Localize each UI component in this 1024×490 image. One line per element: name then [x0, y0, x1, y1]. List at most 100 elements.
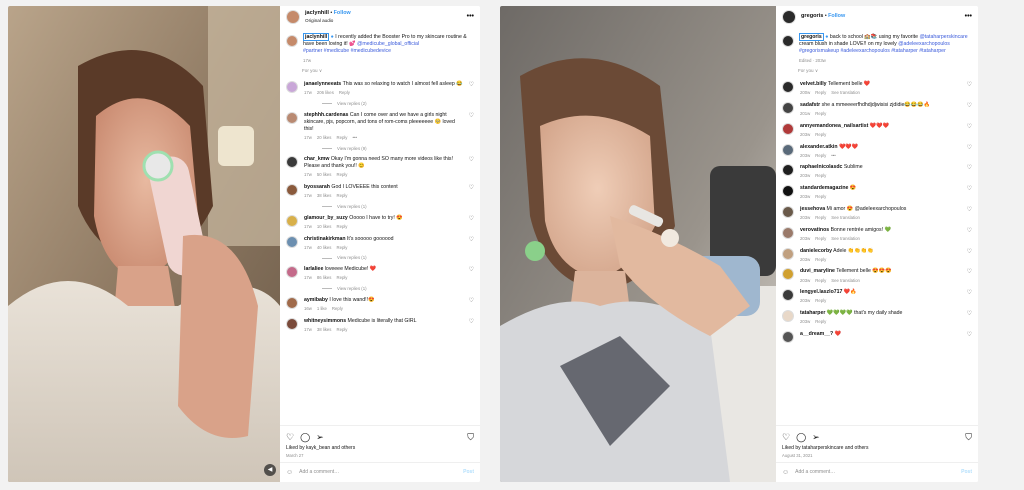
avatar[interactable] [782, 268, 794, 281]
comment-meta-item[interactable]: Reply [339, 90, 350, 95]
avatar[interactable] [286, 156, 298, 169]
comment-like-heart-icon[interactable]: ♡ [469, 156, 474, 178]
comment-username[interactable]: christinakirkman [304, 236, 346, 242]
comment-meta-item[interactable]: Reply [815, 132, 826, 137]
comment-meta-item[interactable]: Reply [815, 257, 826, 262]
comment-like-heart-icon[interactable]: ♡ [469, 266, 474, 281]
comment-username[interactable]: char_kmw [304, 156, 329, 162]
comment-username[interactable]: jessehova [800, 206, 825, 212]
comment-username[interactable]: stephhh.cardenas [304, 112, 348, 118]
comment-meta-item[interactable]: Reply [815, 111, 826, 116]
add-comment-input[interactable]: Add a comment… [299, 469, 339, 476]
avatar[interactable] [782, 101, 794, 114]
comment-meta-item[interactable]: ••• [831, 153, 836, 158]
avatar[interactable] [782, 330, 794, 343]
avatar[interactable] [782, 81, 794, 94]
like-heart-icon[interactable]: ♡ [286, 431, 294, 443]
liked-by-text[interactable]: Liked by kayk_bean and others [280, 445, 480, 452]
comment-meta-item[interactable]: Reply [815, 90, 826, 95]
caption-hashtags[interactable]: #gregorismakeup #adeleexarchopoulos #tat… [799, 48, 946, 54]
avatar[interactable] [782, 143, 794, 156]
liked-by-text[interactable]: Liked by tataharperskincare and others [776, 445, 978, 452]
view-replies-link[interactable]: View replies (1) [280, 202, 480, 212]
comment-meta-item[interactable]: See translation [831, 278, 860, 283]
comment-meta-item[interactable]: Reply [815, 153, 826, 158]
comment-meta-item[interactable]: Reply [332, 306, 343, 311]
avatar[interactable] [782, 289, 794, 302]
comment-meta-item[interactable]: Reply [815, 278, 826, 283]
share-send-icon[interactable]: ➢ [316, 431, 324, 443]
caption-mention-2[interactable]: @adeleexarchopoulos [898, 41, 950, 47]
comment-username[interactable]: aymibaby [304, 297, 328, 303]
avatar[interactable] [286, 81, 298, 94]
comment-username[interactable]: a__dream__? [800, 331, 833, 337]
comment-like-heart-icon[interactable]: ♡ [469, 184, 474, 199]
avatar[interactable] [286, 214, 298, 227]
emoji-icon[interactable]: ☺ [782, 468, 789, 477]
avatar[interactable] [782, 226, 794, 239]
follow-button[interactable]: Follow [828, 13, 845, 19]
avatar[interactable] [782, 247, 794, 260]
comment-like-heart-icon[interactable]: ♡ [967, 123, 972, 138]
caption-hashtags[interactable]: #partner #medicube #medicubedevice [303, 48, 474, 55]
avatar[interactable] [782, 310, 794, 323]
comment-username[interactable]: duvi_maryline [800, 268, 835, 274]
comment-bubble-icon[interactable]: ◯ [796, 431, 806, 443]
comment-like-heart-icon[interactable]: ♡ [967, 81, 972, 96]
comment-meta-item[interactable]: Reply [336, 135, 347, 140]
comment-meta-item[interactable]: Reply [336, 245, 347, 250]
avatar[interactable] [286, 235, 298, 248]
comment-username[interactable]: whitneysimmons [304, 318, 346, 324]
author-username[interactable]: jaclynhill [305, 10, 329, 16]
comment-username[interactable]: standardemagazine [800, 185, 848, 191]
caption-mention[interactable]: @medicube_global_official [357, 41, 419, 47]
comment-like-heart-icon[interactable]: ♡ [967, 331, 972, 343]
caption-username[interactable]: gregoris [799, 33, 824, 41]
comment-like-heart-icon[interactable]: ♡ [469, 81, 474, 96]
comment-username[interactable]: sadafstr [800, 102, 820, 108]
caption-username[interactable]: jaclynhill [303, 33, 330, 41]
comment-meta-item[interactable]: Reply [815, 319, 826, 324]
comment-like-heart-icon[interactable]: ♡ [967, 102, 972, 117]
comment-meta-item[interactable]: Reply [815, 173, 826, 178]
caption-mention-1[interactable]: @tataharperskincare [919, 34, 967, 40]
comment-like-heart-icon[interactable]: ♡ [469, 112, 474, 141]
comment-username[interactable]: raphaelnicolasdc [800, 164, 842, 170]
author-username[interactable]: gregoris [801, 13, 823, 19]
comment-like-heart-icon[interactable]: ♡ [967, 268, 972, 283]
share-send-icon[interactable]: ➢ [812, 431, 820, 443]
avatar[interactable] [286, 35, 298, 47]
comment-username[interactable]: annyemandonea_nailsartist [800, 123, 868, 129]
comment-username[interactable]: alexander.atkin [800, 144, 838, 150]
avatar[interactable] [782, 10, 796, 24]
avatar[interactable] [286, 10, 300, 24]
comment-meta-item[interactable]: Reply [336, 327, 347, 332]
comment-username[interactable]: tataharper [800, 310, 825, 316]
post-2-video[interactable] [500, 6, 776, 482]
more-options-icon[interactable]: ••• [965, 12, 972, 21]
avatar[interactable] [782, 122, 794, 135]
comment-meta-item[interactable]: Reply [815, 236, 826, 241]
avatar[interactable] [286, 317, 298, 330]
comment-like-heart-icon[interactable]: ♡ [469, 297, 474, 312]
comment-sort-dropdown[interactable]: For you ∨ [280, 66, 480, 78]
comment-meta-item[interactable]: ••• [352, 135, 357, 140]
add-comment-input[interactable]: Add a comment… [795, 469, 835, 476]
avatar[interactable] [782, 206, 794, 219]
more-options-icon[interactable]: ••• [467, 12, 474, 21]
avatar[interactable] [286, 266, 298, 279]
comment-like-heart-icon[interactable]: ♡ [469, 318, 474, 333]
audio-label[interactable]: Original audio [305, 18, 351, 24]
comment-username[interactable]: glamour_by_suzy [304, 215, 348, 221]
comment-like-heart-icon[interactable]: ♡ [469, 215, 474, 230]
comment-like-heart-icon[interactable]: ♡ [967, 227, 972, 242]
avatar[interactable] [286, 296, 298, 309]
comment-like-heart-icon[interactable]: ♡ [967, 164, 972, 179]
post-comment-button[interactable]: Post [463, 469, 474, 476]
comment-username[interactable]: janaelynneeats [304, 81, 341, 87]
comment-username[interactable]: lengyel.laszlo717 [800, 289, 842, 295]
avatar[interactable] [286, 111, 298, 124]
post-1-video[interactable]: ◀ [8, 6, 280, 482]
bookmark-icon[interactable]: ⛉ [965, 431, 972, 443]
comment-like-heart-icon[interactable]: ♡ [967, 310, 972, 325]
